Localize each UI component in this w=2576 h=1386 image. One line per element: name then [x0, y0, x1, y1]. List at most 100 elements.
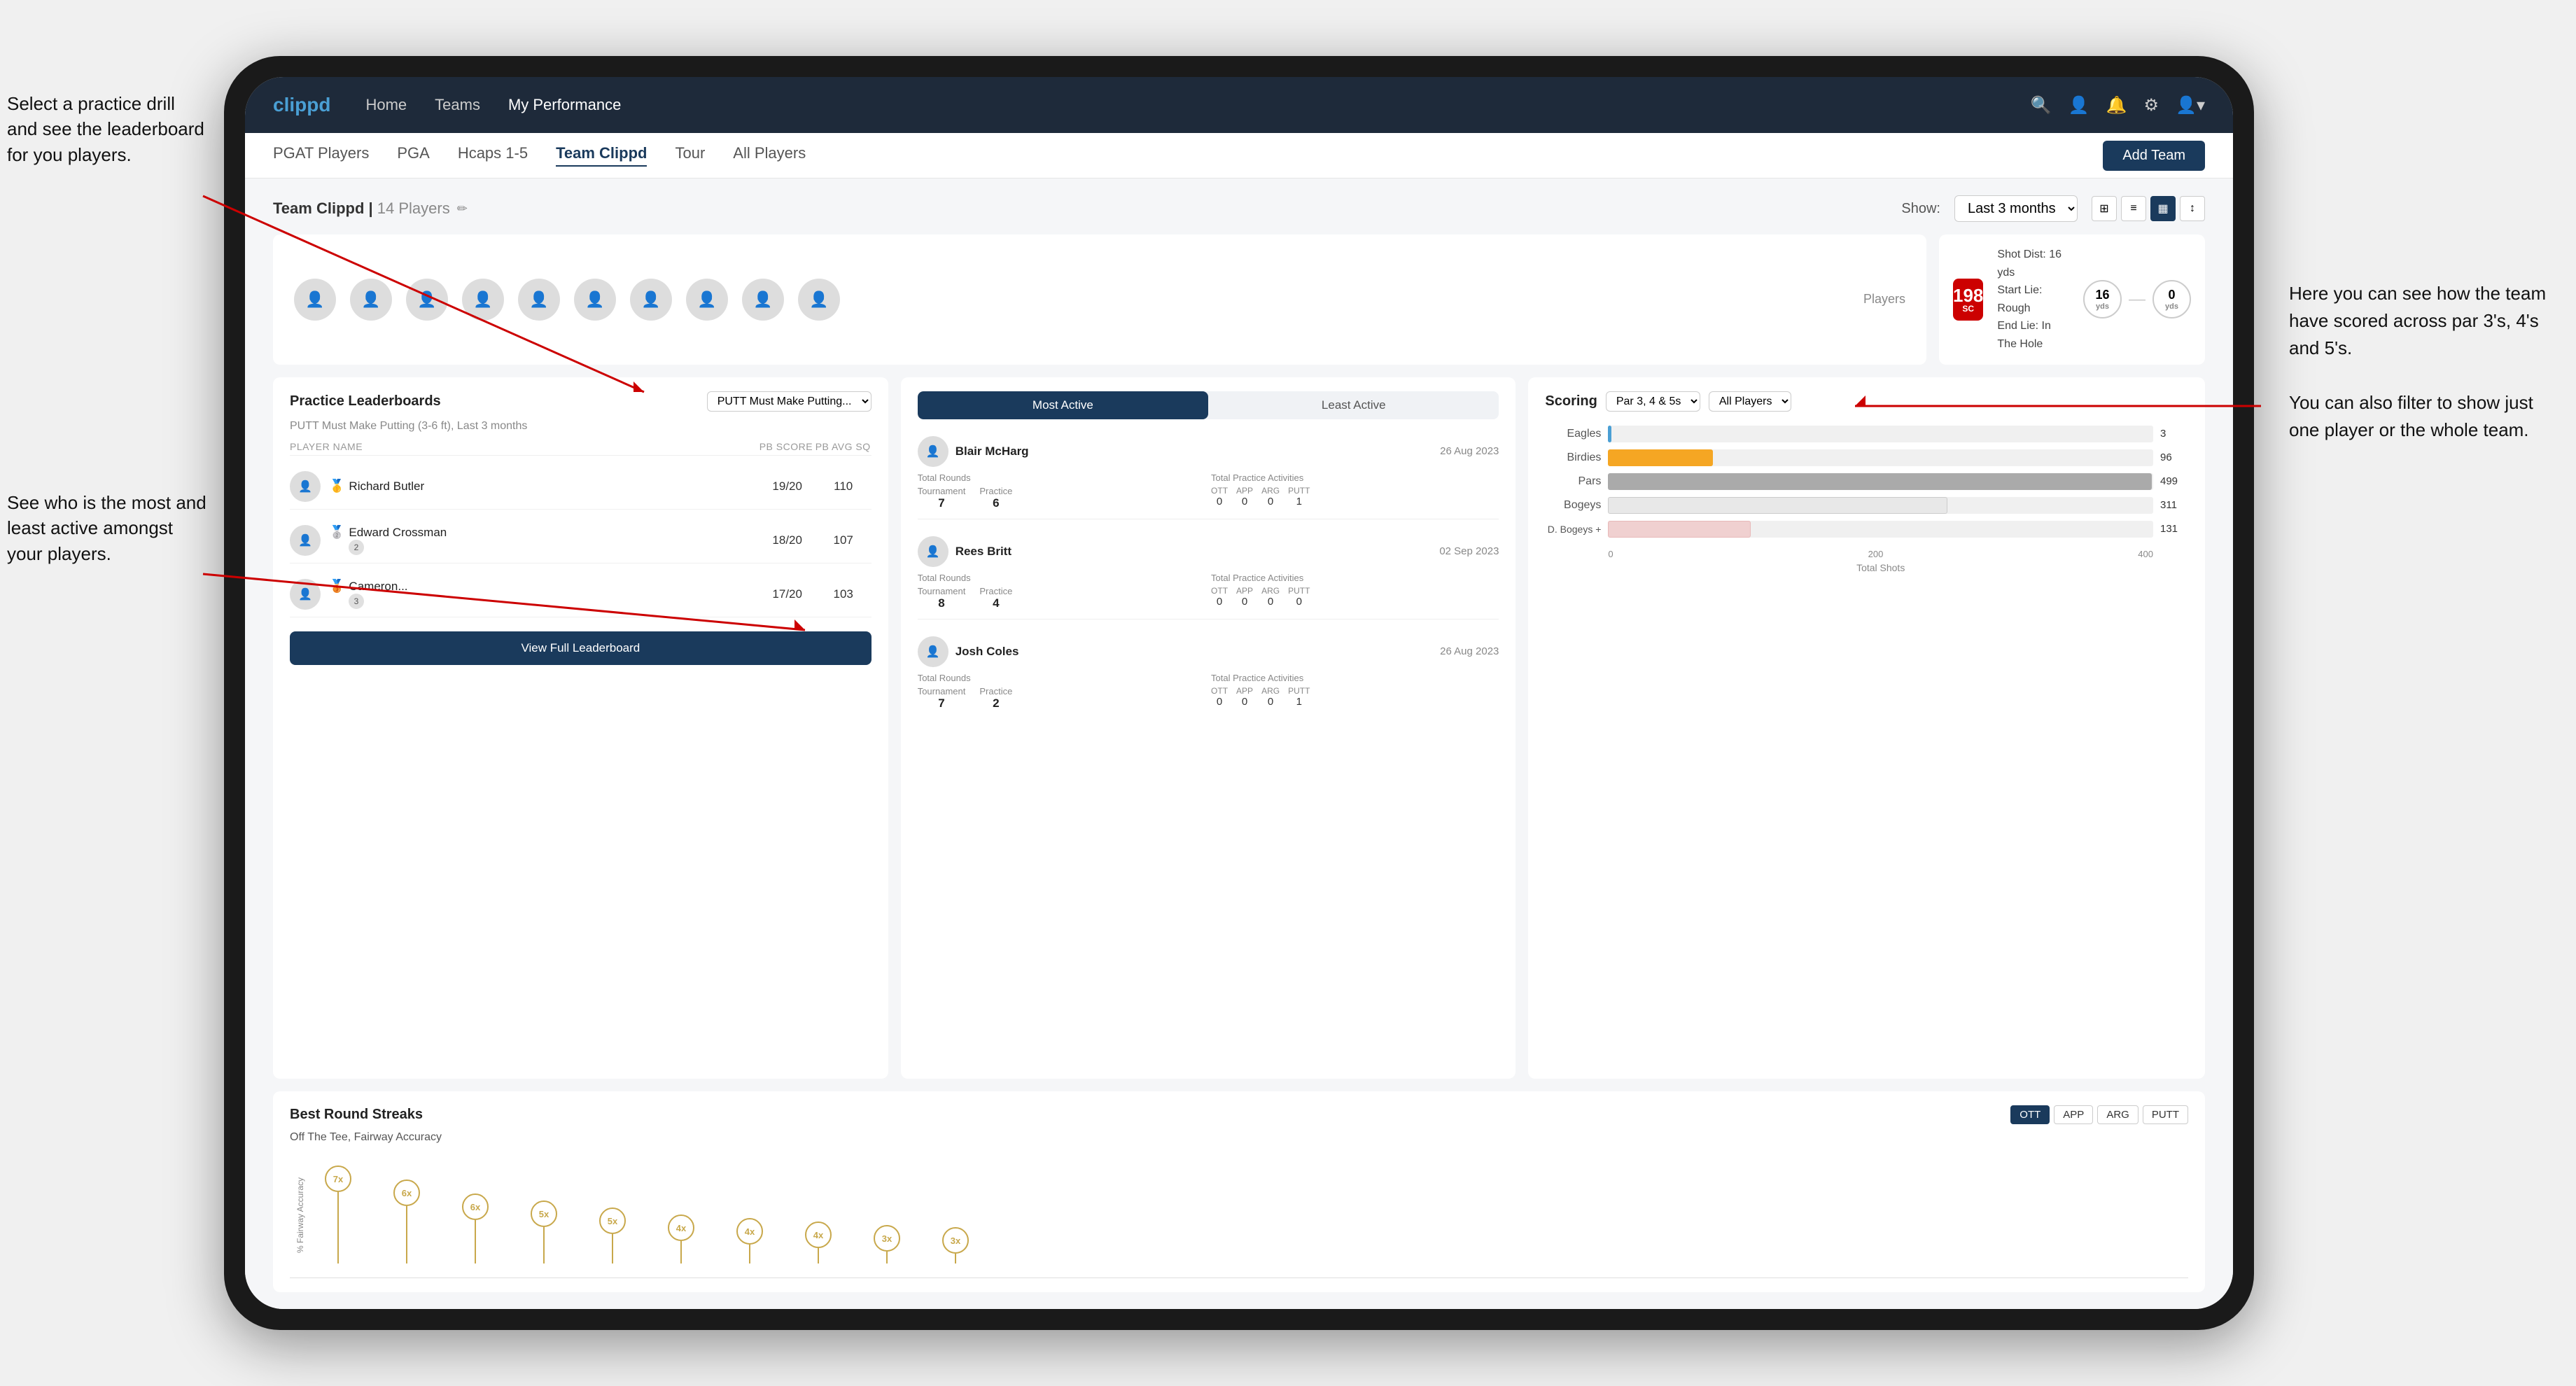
blair-arg: ARG 0	[1261, 486, 1280, 507]
subnav-link-allplayers[interactable]: All Players	[733, 144, 806, 167]
user-avatar[interactable]: 👤▾	[2176, 95, 2205, 115]
subnav-link-teamclippd[interactable]: Team Clippd	[556, 144, 647, 167]
streak-circle-3x-2: 3x	[942, 1227, 969, 1254]
par-filter-select[interactable]: Par 3, 4 & 5s Par 3s Par 4s Par 5s	[1606, 391, 1700, 412]
table-header: PLAYER NAME PB SCORE PB AVG SQ	[290, 441, 872, 456]
tab-least-active[interactable]: Least Active	[1208, 391, 1499, 419]
player-avatar-6[interactable]: 👤	[574, 279, 616, 321]
bar-label-pars: Pars	[1545, 475, 1601, 488]
streak-line-4x-2	[749, 1245, 750, 1264]
player-avatar-8[interactable]: 👤	[686, 279, 728, 321]
blair-ott: OTT 0	[1211, 486, 1228, 507]
blair-putt: PUTT 1	[1288, 486, 1310, 507]
tab-most-active[interactable]: Most Active	[918, 391, 1208, 419]
shot-info-card: 198 SC Shot Dist: 16 yds Start Lie: Roug…	[1939, 234, 2205, 365]
view-icons: ⊞ ≡ ▦ ↕	[2092, 196, 2205, 221]
streak-circle-3x-1: 3x	[874, 1225, 900, 1252]
bar-fill-eagles	[1608, 426, 1611, 442]
col-avg-sq: PB AVG SQ	[816, 441, 872, 452]
player-avatar-7[interactable]: 👤	[630, 279, 672, 321]
shot-badge-number: 198	[1953, 286, 1983, 304]
player-name-2: Edward Crossman	[349, 526, 447, 540]
bar-value-eagles: 3	[2160, 428, 2188, 440]
player-avatar-2[interactable]: 👤	[350, 279, 392, 321]
bar-track-birdies	[1608, 449, 2153, 466]
shot-dash: —	[2129, 290, 2146, 309]
player-avatar-5[interactable]: 👤	[518, 279, 560, 321]
streak-yaxis-label: % Fairway Accuracy	[295, 1177, 305, 1252]
view-grid-icon[interactable]: ⊞	[2092, 196, 2117, 221]
bar-track-dbogeys	[1608, 521, 2153, 538]
shot-circles: 16 yds — 0 yds	[2083, 280, 2191, 318]
team-title: Team Clippd | 14 Players	[273, 200, 450, 218]
subnav-link-pga[interactable]: PGA	[397, 144, 429, 167]
scoring-panel: Scoring Par 3, 4 & 5s Par 3s Par 4s Par …	[1528, 377, 2205, 1079]
navbar-link-home[interactable]: Home	[365, 96, 407, 114]
player-avatar-4[interactable]: 👤	[462, 279, 504, 321]
add-team-button[interactable]: Add Team	[2103, 141, 2205, 171]
bar-row-dbogeys: D. Bogeys + 131	[1545, 521, 2188, 538]
view-full-leaderboard-button[interactable]: View Full Leaderboard	[290, 631, 872, 665]
player-avatar-3[interactable]: 👤	[406, 279, 448, 321]
streak-line-6x-1	[406, 1206, 407, 1264]
view-sort-icon[interactable]: ↕	[2180, 196, 2205, 221]
shot-details: Shot Dist: 16 yds Start Lie: Rough End L…	[1997, 246, 2069, 354]
streaks-section: Best Round Streaks OTT APP ARG PUTT Off …	[273, 1091, 2205, 1292]
bell-icon[interactable]: 🔔	[2106, 95, 2127, 115]
view-list-icon[interactable]: ≡	[2121, 196, 2146, 221]
pb-score-1: 19/20	[760, 479, 816, 493]
subnav-link-tour[interactable]: Tour	[675, 144, 705, 167]
annotation-bottom-left: See who is the most and least active amo…	[7, 490, 210, 566]
rees-practice-row: OTT0 APP0 ARG0 PUTT0	[1211, 586, 1499, 608]
activity-card-2: 👤 Rees Britt 02 Sep 2023 Total Rounds To…	[918, 528, 1499, 620]
josh-ott: OTT0	[1211, 686, 1228, 708]
bar-value-dbogeys: 131	[2160, 523, 2188, 535]
streaks-btn-ott[interactable]: OTT	[2010, 1105, 2050, 1124]
rees-arg: ARG0	[1261, 586, 1280, 608]
subnav-link-pgat[interactable]: PGAT Players	[273, 144, 369, 167]
settings-icon[interactable]: ⚙	[2144, 95, 2160, 115]
streak-pin-6x-1: 6x	[393, 1180, 420, 1264]
table-row: 👤 🥇 Richard Butler 19/20 110	[290, 464, 872, 510]
player-avatar-1[interactable]: 👤	[294, 279, 336, 321]
shot-circle-2: 0 yds	[2152, 280, 2191, 318]
player-filter-select[interactable]: All Players	[1709, 391, 1791, 412]
medal-silver: 🥈	[329, 525, 344, 540]
player-avatar-10[interactable]: 👤	[798, 279, 840, 321]
subnav-link-hcaps[interactable]: Hcaps 1-5	[458, 144, 528, 167]
edit-icon[interactable]: ✏	[457, 202, 468, 216]
navbar-link-myperformance[interactable]: My Performance	[508, 96, 621, 114]
navbar-link-teams[interactable]: Teams	[435, 96, 480, 114]
bar-row-pars: Pars 499	[1545, 473, 2188, 490]
josh-date: 26 Aug 2023	[1440, 645, 1499, 657]
streaks-btn-putt[interactable]: PUTT	[2143, 1105, 2188, 1124]
activity-player-3: 👤 Josh Coles	[918, 636, 1019, 667]
josh-app: APP0	[1236, 686, 1253, 708]
streaks-btn-app[interactable]: APP	[2054, 1105, 2093, 1124]
profile-icon[interactable]: 👤	[2068, 95, 2090, 115]
player-thumb-1: 👤	[290, 471, 321, 502]
show-select[interactable]: Last 3 months Last 6 months Last year	[1954, 195, 2078, 222]
rees-date: 02 Sep 2023	[1439, 545, 1499, 557]
blair-practice-row: OTT 0 APP 0 ARG 0	[1211, 486, 1499, 507]
streak-chart-area: % Fairway Accuracy 7x 6x 6x	[290, 1152, 2188, 1278]
josh-avatar: 👤	[918, 636, 948, 667]
blair-avatar: 👤	[918, 436, 948, 467]
bar-fill-pars	[1608, 473, 2152, 490]
activity-player-2: 👤 Rees Britt	[918, 536, 1011, 567]
shot-badge-label: SC	[1962, 304, 1974, 313]
bar-fill-birdies	[1608, 449, 1712, 466]
shot-circle-2-value: 0	[2168, 288, 2175, 302]
streaks-header: Best Round Streaks OTT APP ARG PUTT	[290, 1105, 2188, 1124]
drill-select[interactable]: PUTT Must Make Putting...	[707, 391, 872, 412]
josh-rounds-title: Total Rounds	[918, 673, 1205, 683]
shot-dist: Shot Dist: 16 yds	[1997, 246, 2069, 281]
view-card-icon[interactable]: ▦	[2150, 196, 2176, 221]
streaks-btn-arg[interactable]: ARG	[2097, 1105, 2138, 1124]
rees-practice: Practice 4	[979, 586, 1012, 610]
search-icon[interactable]: 🔍	[2031, 95, 2052, 115]
players-row: 👤 👤 👤 👤 👤 👤 👤 👤 👤 👤 Players	[273, 234, 2205, 365]
player-avatar-9[interactable]: 👤	[742, 279, 784, 321]
activity-card-1: 👤 Blair McHarg 26 Aug 2023 Total Rounds …	[918, 428, 1499, 519]
rees-rounds-title: Total Rounds	[918, 573, 1205, 583]
